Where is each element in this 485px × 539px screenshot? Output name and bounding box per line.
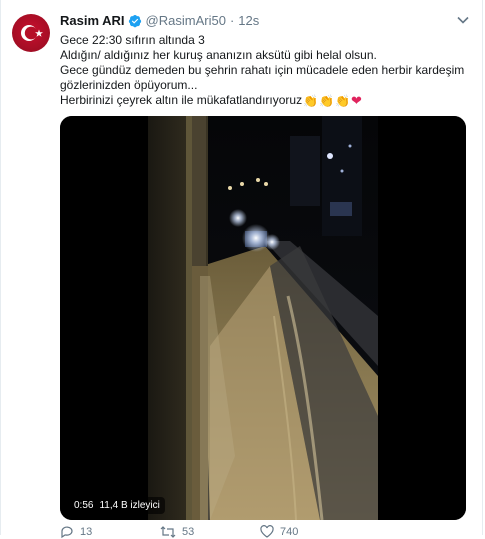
retweet-button[interactable]: 53 (160, 525, 260, 539)
separator: · (229, 13, 235, 28)
author-handle[interactable]: @RasimAri50 (146, 13, 226, 28)
video-view-count: 11,4 B izleyici (99, 500, 160, 511)
retweet-icon (160, 526, 176, 538)
clapping-hands-icon: 👏 (303, 93, 319, 108)
emoji-group: 👏 👏 👏 ❤ (303, 92, 362, 108)
tweet-actions: 13 53 740 (60, 525, 460, 539)
heart-icon: ❤ (350, 92, 362, 108)
more-options-chevron-down-icon[interactable] (455, 12, 471, 28)
tweet-line: Aldığın/ aldığınız her kuruş ananızın ak… (60, 48, 377, 62)
author-name[interactable]: Rasim ARI (60, 13, 125, 28)
like-count: 740 (280, 526, 299, 538)
retweet-count: 53 (182, 526, 195, 538)
clapping-hands-icon: 👏 (335, 93, 350, 108)
tweet-line: Herbirinizi çeyrek altın ile mükafatland… (60, 93, 303, 107)
tweet-timestamp[interactable]: 12s (238, 13, 259, 28)
tweet-line-last: Herbirinizi çeyrek altın ile mükafatland… (60, 93, 460, 108)
video-frame (60, 116, 466, 520)
reply-button[interactable]: 13 (60, 525, 160, 539)
tweet-line: gözlerinizden öpüyorum... (60, 78, 198, 92)
verified-badge-icon (128, 14, 142, 28)
like-button[interactable]: 740 (260, 525, 360, 539)
reply-icon (61, 526, 73, 539)
tweet-text: Gece 22:30 sıfırın altında 3 Aldığın/ al… (60, 33, 465, 108)
flag-icon (21, 25, 43, 41)
video-duration: 0:56 (74, 500, 94, 511)
tweet-header: Rasim ARI @RasimAri50 · 12s (60, 13, 259, 28)
tweet-line: Gece gündüz demeden bu şehrin rahatı içi… (60, 63, 465, 77)
tweet-line: Gece 22:30 sıfırın altında 3 (60, 33, 205, 47)
clapping-hands-icon: 👏 (319, 93, 334, 108)
reply-count: 13 (80, 526, 93, 538)
video-info-badge: 0:56 11,4 B izleyici (69, 497, 165, 514)
video-player[interactable] (60, 116, 466, 520)
avatar[interactable] (12, 14, 50, 52)
like-heart-icon (260, 525, 274, 538)
